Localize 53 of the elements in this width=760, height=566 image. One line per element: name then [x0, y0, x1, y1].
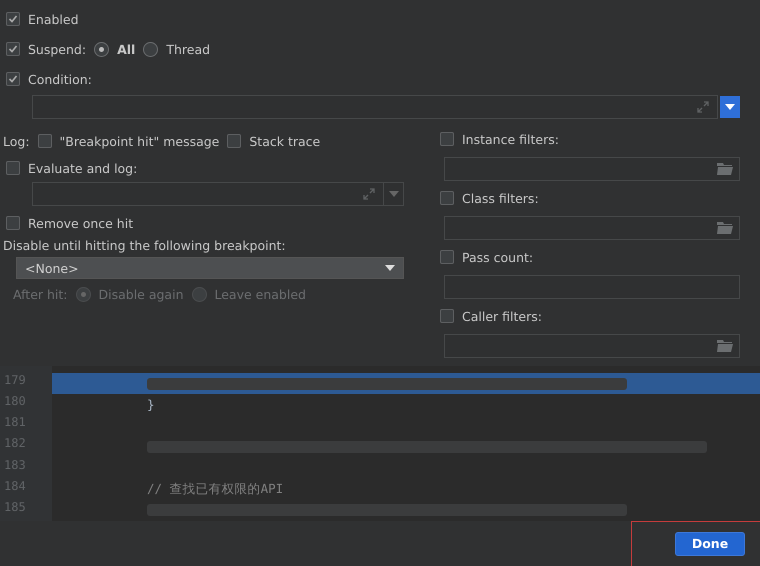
checkbox[interactable] — [440, 309, 454, 323]
breakpoint-dropdown[interactable]: <None> — [16, 257, 404, 279]
checkbox[interactable] — [6, 72, 20, 86]
checkbox-label: Condition: — [28, 72, 92, 86]
after-hit-label: After hit: — [13, 286, 68, 302]
folder-icon[interactable] — [717, 340, 733, 352]
checkbox-label: Caller filters: — [462, 308, 542, 324]
checkbox-label: Suspend: — [28, 42, 86, 56]
radio-label: Leave enabled — [214, 286, 306, 302]
checkbox-label: "Breakpoint hit" message — [60, 134, 220, 148]
checkbox[interactable] — [6, 216, 20, 230]
caret-icon — [388, 191, 398, 197]
caret-icon — [725, 104, 735, 110]
radio-button[interactable] — [94, 42, 110, 56]
log-label: Log: — [3, 134, 30, 148]
filter-field[interactable] — [444, 216, 740, 240]
filter-field[interactable] — [444, 274, 740, 298]
dropdown-button[interactable] — [720, 96, 740, 118]
expression-field[interactable] — [32, 182, 404, 206]
checkbox[interactable] — [440, 132, 454, 146]
radio-button[interactable] — [143, 42, 158, 56]
section-label: Disable until hitting the following breakpoint: — [3, 238, 287, 253]
checkbox[interactable] — [38, 134, 52, 148]
check-icon — [8, 44, 18, 54]
radio-label: All — [117, 42, 136, 56]
code-line: } — [147, 397, 155, 412]
checkbox[interactable] — [6, 161, 20, 175]
code-comment: // 查找已有权限的API — [147, 480, 284, 498]
checkbox-label: Enabled — [28, 12, 79, 26]
checkbox[interactable] — [6, 12, 20, 26]
checkbox-label: Class filters: — [462, 190, 539, 206]
filter-field[interactable] — [444, 334, 740, 358]
expand-icon[interactable] — [697, 101, 709, 113]
checkbox-label: Stack trace — [249, 134, 320, 148]
check-icon — [8, 14, 18, 24]
check-icon — [8, 74, 18, 84]
checkbox[interactable] — [440, 191, 454, 205]
checkbox-label: Pass count: — [462, 250, 534, 264]
checkbox-label: Instance filters: — [462, 132, 559, 146]
radio-label: Disable again — [98, 286, 184, 302]
checkbox[interactable] — [227, 134, 242, 148]
condition-field[interactable] — [32, 95, 718, 119]
checkbox[interactable] — [6, 42, 20, 56]
done-button[interactable]: Done — [675, 532, 745, 556]
caret-icon — [385, 265, 395, 271]
checkbox-label: Evaluate and log: — [28, 160, 138, 176]
checkbox-label: Remove once hit — [28, 216, 134, 230]
folder-icon[interactable] — [717, 162, 733, 174]
folder-icon[interactable] — [717, 222, 733, 234]
filter-field[interactable] — [444, 156, 740, 180]
checkbox[interactable] — [440, 250, 454, 264]
expand-icon[interactable] — [363, 188, 375, 200]
radio-label: Thread — [166, 42, 210, 56]
